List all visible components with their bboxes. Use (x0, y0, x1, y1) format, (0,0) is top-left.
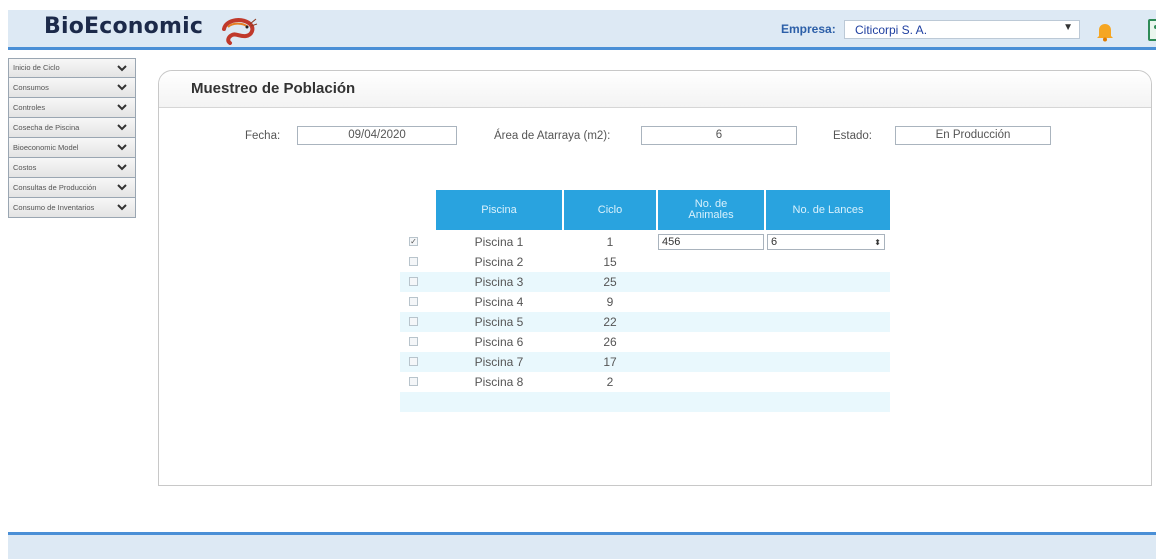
fecha-label: Fecha: (245, 130, 281, 142)
ciclo-cell: 25 (603, 275, 617, 289)
empresa-select[interactable]: Citicorpi S. A. ▼ (844, 20, 1080, 39)
table-row: Piscina 5 22 (400, 312, 890, 332)
notification-bell-icon[interactable] (1094, 20, 1116, 42)
piscina-cell: Piscina 1 (474, 235, 524, 249)
sidebar-menu: Inicio de Ciclo Consumos Controles Cosec… (8, 58, 136, 218)
area-atarraya-field[interactable]: 6 (641, 126, 797, 145)
ciclo-cell: 2 (606, 375, 614, 389)
page-title: Muestreo de Población (191, 80, 356, 97)
panel-header: Muestreo de Población (159, 71, 1151, 108)
ciclo-cell: 9 (606, 295, 614, 309)
empresa-value: Citicorpi S. A. (855, 23, 928, 37)
piscina-cell: Piscina 7 (474, 355, 524, 369)
piscina-cell: Piscina 4 (474, 295, 524, 309)
ciclo-cell: 22 (603, 315, 617, 329)
table-row: Piscina 3 25 (400, 272, 890, 292)
dropdown-arrow-icon: ▼ (1063, 22, 1073, 33)
select-spinner-icon: ⬍ (874, 238, 881, 247)
sidebar-item-label: Consultas de Producción (13, 182, 97, 192)
area-atarraya-label: Área de Atarraya (m2): (494, 130, 611, 142)
app-logo-text: BioEconomic (44, 14, 204, 39)
checkbox-icon[interactable] (409, 337, 418, 346)
piscina-cell: Piscina 6 (474, 335, 524, 349)
sidebar-item-label: Consumo de Inventarios (13, 202, 95, 212)
shrimp-logo-icon (222, 18, 258, 45)
column-header-lances: No. de Lances (766, 190, 890, 230)
lances-select[interactable]: 6 ⬍ (767, 234, 885, 250)
sidebar-item-consumo-de-inventarios[interactable]: Consumo de Inventarios (8, 198, 136, 218)
top-header: BioEconomic Empresa: Citicorpi S. A. ▼ (8, 10, 1156, 50)
table-row: Piscina 2 15 (400, 252, 890, 272)
ciclo-cell: 17 (603, 355, 617, 369)
piscina-cell: Piscina 2 (474, 255, 524, 269)
column-header-ciclo: Ciclo (564, 190, 656, 230)
animales-input[interactable]: 456 (658, 234, 764, 250)
table-row: Piscina 7 17 (400, 352, 890, 372)
user-icon[interactable] (1148, 19, 1156, 41)
piscina-cell: Piscina 3 (474, 275, 524, 289)
checkbox-icon[interactable]: ✓ (409, 237, 418, 246)
checkbox-icon[interactable] (409, 297, 418, 306)
chevron-down-icon (117, 84, 127, 91)
ciclo-cell: 15 (603, 255, 617, 269)
sidebar-item-controles[interactable]: Controles (8, 98, 136, 118)
table-row: Piscina 4 9 (400, 292, 890, 312)
piscina-cell: Piscina 8 (474, 375, 524, 389)
checkbox-icon[interactable] (409, 357, 418, 366)
chevron-down-icon (117, 144, 127, 151)
sidebar-item-label: Bioeconomic Model (13, 142, 79, 152)
sidebar-item-label: Cosecha de Piscina (13, 122, 80, 132)
sidebar-item-label: Consumos (13, 82, 49, 92)
sidebar-item-consultas-de-produccion[interactable]: Consultas de Producción (8, 178, 136, 198)
table-row: ✓ Piscina 1 1 456 6 ⬍ (400, 232, 890, 252)
table-footer-row (400, 392, 890, 412)
footer-bar (8, 532, 1156, 559)
empresa-label: Empresa: (781, 22, 836, 36)
table-row: Piscina 8 2 (400, 372, 890, 392)
checkbox-icon[interactable] (409, 317, 418, 326)
chevron-down-icon (117, 164, 127, 171)
chevron-down-icon (117, 124, 127, 131)
estado-label: Estado: (833, 130, 872, 142)
piscina-cell: Piscina 5 (474, 315, 524, 329)
ciclo-cell: 1 (606, 235, 614, 249)
sidebar-item-bioeconomic-model[interactable]: Bioeconomic Model (8, 138, 136, 158)
chevron-down-icon (117, 204, 127, 211)
checkbox-icon[interactable] (409, 257, 418, 266)
chevron-down-icon (117, 65, 127, 72)
fecha-field[interactable]: 09/04/2020 (297, 126, 457, 145)
checkbox-icon[interactable] (409, 277, 418, 286)
lances-value: 6 (771, 236, 778, 248)
table-row: Piscina 6 26 (400, 332, 890, 352)
column-header-piscina: Piscina (436, 190, 562, 230)
chevron-down-icon (117, 184, 127, 191)
ciclo-cell: 26 (603, 335, 617, 349)
sidebar-item-costos[interactable]: Costos (8, 158, 136, 178)
sidebar-item-cosecha-de-piscina[interactable]: Cosecha de Piscina (8, 118, 136, 138)
sidebar-item-label: Costos (13, 162, 37, 172)
sidebar-item-inicio-de-ciclo[interactable]: Inicio de Ciclo (8, 58, 136, 78)
checkbox-icon[interactable] (409, 377, 418, 386)
sidebar-item-label: Controles (13, 102, 46, 112)
estado-field: En Producción (895, 126, 1051, 145)
chevron-down-icon (117, 104, 127, 111)
sidebar-item-consumos[interactable]: Consumos (8, 78, 136, 98)
sidebar-item-label: Inicio de Ciclo (13, 63, 60, 72)
column-header-animales: No. de Animales (658, 190, 764, 230)
